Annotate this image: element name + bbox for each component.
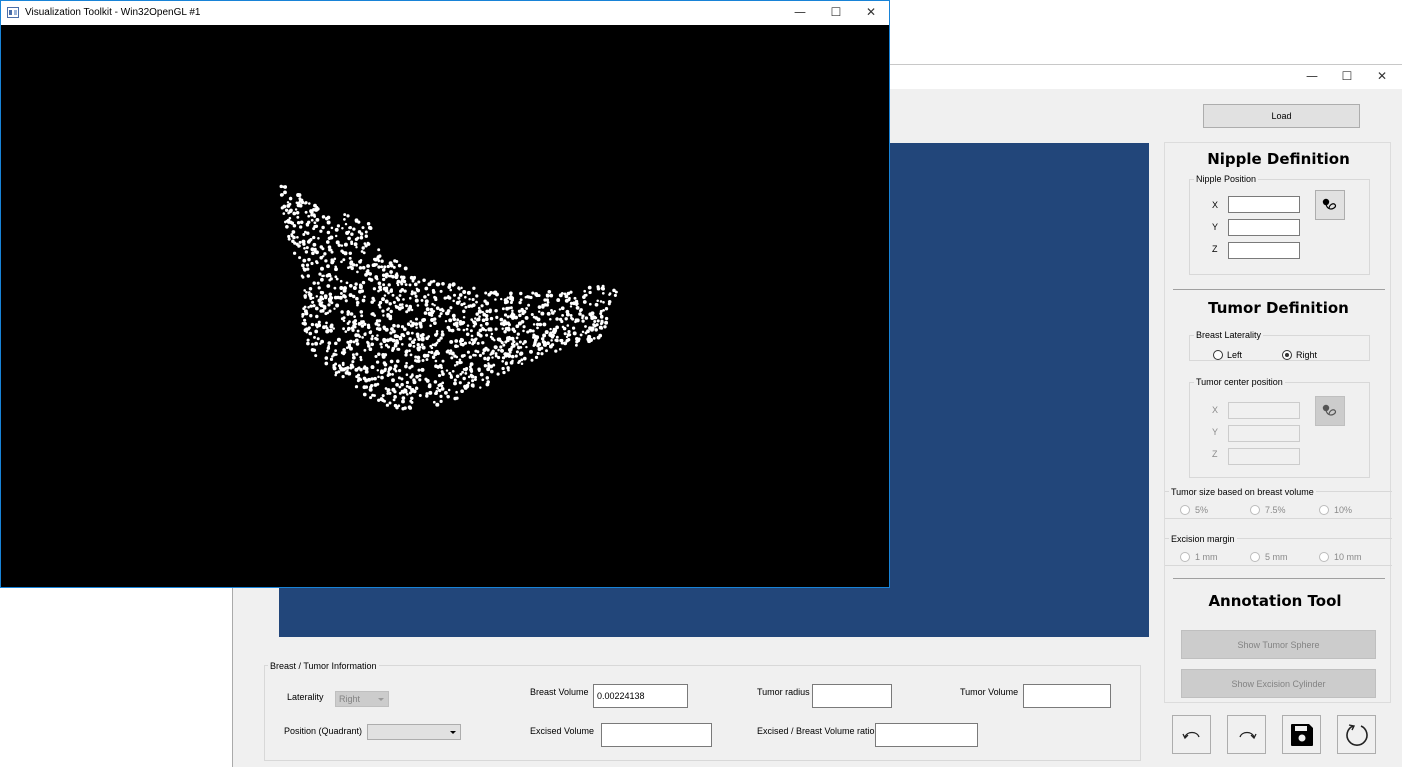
nipple-position-group: Nipple Position X Y Z xyxy=(1189,174,1370,275)
excision-margin-group: Excision margin 1 mm 5 mm 10 mm xyxy=(1165,534,1392,566)
undo-icon xyxy=(1181,731,1200,739)
nipple-heading: Nipple Definition xyxy=(1207,150,1350,168)
info-group-title: Breast / Tumor Information xyxy=(268,661,379,671)
excised-volume-input[interactable] xyxy=(601,723,712,747)
laterality-combo-value: Right xyxy=(339,694,361,704)
size-5-label: 5% xyxy=(1195,505,1209,515)
tumor-x-input xyxy=(1228,402,1300,419)
laterality-label: Laterality xyxy=(287,692,324,702)
breast-volume-label: Breast Volume xyxy=(530,687,589,697)
nipple-y-input[interactable] xyxy=(1228,219,1300,236)
margin-1-label: 1 mm xyxy=(1195,552,1218,562)
close-button[interactable]: ✕ xyxy=(854,1,888,23)
laterality-title: Breast Laterality xyxy=(1194,330,1264,340)
position-quadrant-combo[interactable] xyxy=(367,724,461,740)
minimize-button[interactable]: — xyxy=(1295,65,1329,87)
vtk-window-title: Visualization Toolkit - Win32OpenGL #1 xyxy=(25,7,201,18)
separator xyxy=(1173,578,1385,579)
left-radio-label: Left xyxy=(1227,350,1243,360)
tumor-size-group: Tumor size based on breast volume 5% 7.5… xyxy=(1165,487,1392,519)
separator xyxy=(1173,289,1385,290)
tumor-radius-input[interactable] xyxy=(812,684,892,708)
position-quadrant-label: Position (Quadrant) xyxy=(284,726,363,736)
ratio-input[interactable] xyxy=(875,723,978,747)
load-button[interactable]: Load xyxy=(1203,104,1360,128)
nipple-x-input[interactable] xyxy=(1228,196,1300,213)
tumor-center-group: Tumor center position X Y Z xyxy=(1189,377,1370,478)
nipple-z-input[interactable] xyxy=(1228,242,1300,259)
tumor-y-input xyxy=(1228,425,1300,442)
margin-1-radio xyxy=(1180,552,1190,562)
maximize-button[interactable]: ☐ xyxy=(1330,65,1364,87)
nipple-y-label: Y xyxy=(1212,222,1219,232)
tumor-z-input xyxy=(1228,448,1300,465)
tumor-y-label: Y xyxy=(1212,427,1219,437)
tumor-volume-input[interactable] xyxy=(1023,684,1111,708)
show-tumor-sphere-button: Show Tumor Sphere xyxy=(1181,630,1376,659)
nipple-position-title: Nipple Position xyxy=(1194,174,1259,184)
tumor-x-label: X xyxy=(1212,405,1219,415)
breast-point-cloud xyxy=(279,184,618,411)
size-7-5-label: 7.5% xyxy=(1265,505,1286,515)
maximize-button[interactable]: ☐ xyxy=(819,1,853,23)
size-10-radio xyxy=(1319,505,1329,515)
size-7-5-radio xyxy=(1250,505,1260,515)
right-radio-label: Right xyxy=(1296,350,1318,360)
size-5-radio xyxy=(1180,505,1190,515)
annotation-heading: Annotation Tool xyxy=(1208,592,1342,610)
show-excision-cylinder-button: Show Excision Cylinder xyxy=(1181,669,1376,698)
margin-5-label: 5 mm xyxy=(1265,552,1288,562)
undo-button[interactable] xyxy=(1172,715,1211,754)
breast-volume-input[interactable]: 0.00224138 xyxy=(593,684,688,708)
chevron-down-icon xyxy=(450,731,456,734)
tumor-z-label: Z xyxy=(1212,449,1218,459)
breast-tumor-info-group: Breast / Tumor Information Laterality Ri… xyxy=(264,661,1141,761)
point-picker-icon xyxy=(1322,404,1337,416)
tumor-center-title: Tumor center position xyxy=(1194,377,1285,387)
tumor-volume-label: Tumor Volume xyxy=(960,687,1019,697)
margin-10-radio xyxy=(1319,552,1329,562)
right-panel: Nipple Definition Nipple Position X Y Z … xyxy=(1164,142,1392,703)
tumor-radius-label: Tumor radius xyxy=(757,687,810,697)
reset-icon xyxy=(1345,723,1368,746)
point-picker-icon xyxy=(1322,198,1337,210)
redo-button[interactable] xyxy=(1227,715,1266,754)
app-icon xyxy=(7,7,19,18)
reset-button[interactable] xyxy=(1337,715,1376,754)
vtk-render-window: Visualization Toolkit - Win32OpenGL #1 —… xyxy=(0,0,890,588)
save-icon xyxy=(1290,723,1313,746)
nipple-pick-button[interactable] xyxy=(1315,190,1345,220)
margin-5-radio xyxy=(1250,552,1260,562)
laterality-combo: Right xyxy=(335,691,389,707)
close-button[interactable]: ✕ xyxy=(1365,65,1399,87)
vtk-canvas[interactable] xyxy=(1,25,889,587)
nipple-z-label: Z xyxy=(1212,244,1218,254)
ratio-label: Excised / Breast Volume ratio xyxy=(757,726,875,736)
tumor-pick-button xyxy=(1315,396,1345,426)
excision-margin-title: Excision margin xyxy=(1169,534,1237,544)
redo-icon xyxy=(1238,731,1257,739)
right-radio[interactable] xyxy=(1282,350,1292,360)
laterality-group: Breast Laterality Left Right xyxy=(1189,330,1370,361)
margin-10-label: 10 mm xyxy=(1334,552,1362,562)
nipple-x-label: X xyxy=(1212,200,1219,210)
minimize-button[interactable]: — xyxy=(783,1,817,23)
excised-volume-label: Excised Volume xyxy=(530,726,595,736)
tumor-size-title: Tumor size based on breast volume xyxy=(1169,487,1316,497)
chevron-down-icon xyxy=(378,698,384,701)
tumor-heading: Tumor Definition xyxy=(1208,299,1349,317)
vtk-titlebar: Visualization Toolkit - Win32OpenGL #1 —… xyxy=(1,1,889,25)
save-button[interactable] xyxy=(1282,715,1321,754)
left-radio[interactable] xyxy=(1213,350,1223,360)
size-10-label: 10% xyxy=(1334,505,1353,515)
